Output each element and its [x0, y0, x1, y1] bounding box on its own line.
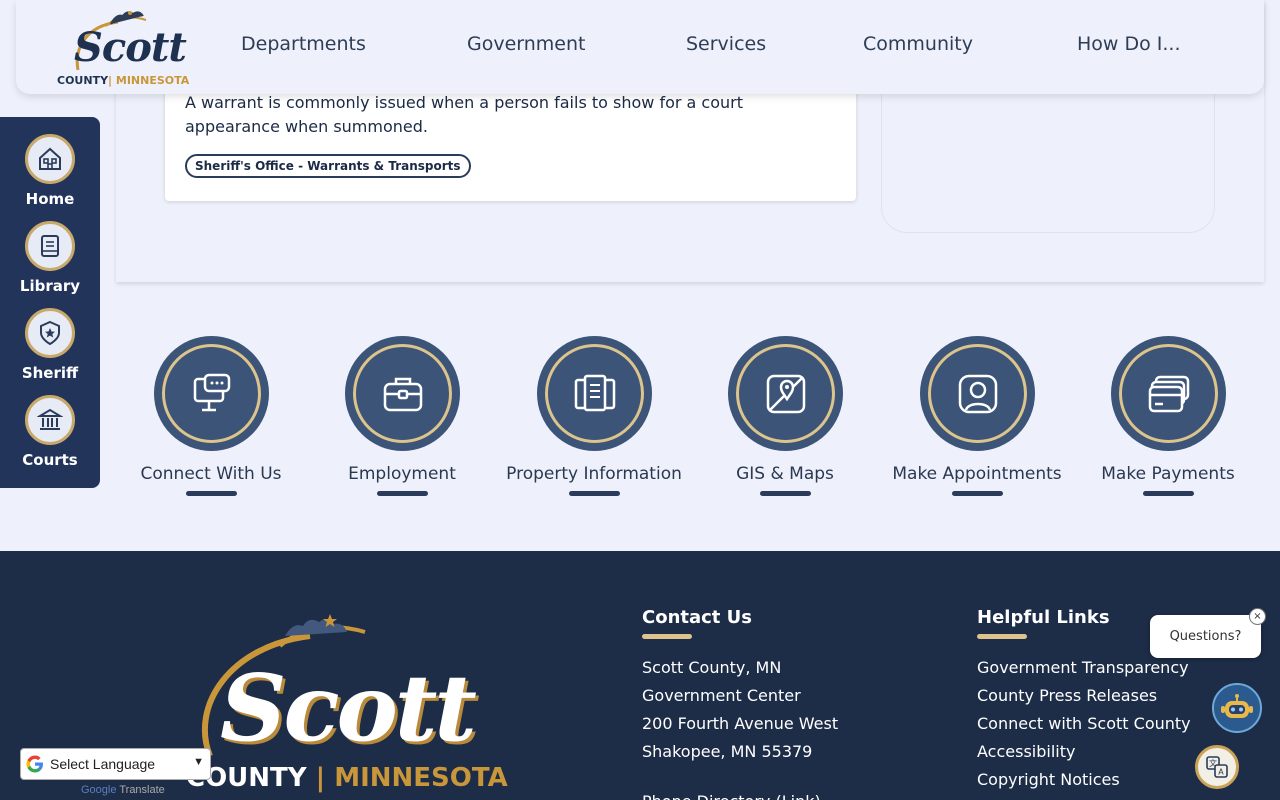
language-select-value: Select Language — [50, 756, 156, 772]
logo-wordmark: Scott — [74, 24, 187, 71]
helpful-links-heading: Helpful Links — [977, 607, 1110, 628]
site-logo[interactable]: Scott COUNTY| MINNESOTA — [56, 8, 196, 88]
result-description: A warrant is commonly issued when a pers… — [185, 93, 744, 136]
heading-underline — [977, 634, 1027, 639]
sidebar-label-courts: Courts — [22, 451, 78, 469]
footer-logo-subtitle: COUNTY | MINNESOTA — [186, 763, 508, 793]
quick-link-payments[interactable]: Make Payments — [1073, 336, 1263, 498]
chevron-down-icon: ▼ — [193, 756, 204, 768]
site-header: Scott COUNTY| MINNESOTA Departments Gove… — [16, 0, 1264, 94]
heading-underline — [642, 634, 692, 639]
credit-card-icon — [1111, 336, 1226, 451]
contact-line: 200 Fourth Avenue West — [642, 714, 839, 733]
map-pin-icon — [728, 336, 843, 451]
sidebar-item-home[interactable]: Home — [0, 134, 100, 221]
nav-how-do-i[interactable]: How Do I... — [1077, 0, 1181, 88]
language-select[interactable]: Select Language ▼ — [20, 748, 211, 780]
powered-by-google: Google Translate — [81, 784, 165, 796]
nav-departments[interactable]: Departments — [241, 0, 366, 88]
footer-link-copyright[interactable]: Copyright Notices — [977, 770, 1120, 789]
sidebar-item-library[interactable]: Library — [0, 221, 100, 308]
underline-bar — [952, 491, 1003, 496]
contact-line: Scott County, MN — [642, 658, 782, 677]
translate-icon[interactable]: 文A — [1195, 745, 1239, 789]
footer-logo-wordmark: Scott — [220, 654, 477, 762]
footer-link-accessibility[interactable]: Accessibility — [977, 742, 1075, 761]
nav-government[interactable]: Government — [467, 0, 586, 88]
close-icon[interactable]: × — [1249, 608, 1266, 625]
underline-bar — [377, 491, 428, 496]
questions-bubble[interactable]: Questions? — [1150, 615, 1261, 658]
quick-sidebar: Home Library Sheriff Courts — [0, 117, 100, 488]
quick-link-connect[interactable]: Connect With Us — [116, 336, 306, 498]
quick-link-appointments[interactable]: Make Appointments — [882, 336, 1072, 498]
footer-link-press[interactable]: County Press Releases — [977, 686, 1157, 705]
sidebar-label-library: Library — [19, 277, 81, 295]
quick-link-label: Make Payments — [1101, 464, 1235, 484]
person-icon — [920, 336, 1035, 451]
briefcase-icon — [345, 336, 460, 451]
chatbot-icon[interactable] — [1212, 683, 1262, 733]
underline-bar — [1143, 491, 1194, 496]
quick-link-property[interactable]: Property Information — [499, 336, 689, 498]
footer-logo[interactable]: Scott COUNTY | MINNESOTA — [180, 606, 508, 800]
contact-line: Shakopee, MN 55379 — [642, 742, 813, 761]
nav-community[interactable]: Community — [863, 0, 973, 88]
quick-link-employment[interactable]: Employment — [307, 336, 497, 498]
sidebar-label-sheriff: Sheriff — [21, 364, 79, 382]
footer-link-connect[interactable]: Connect with Scott County — [977, 714, 1191, 733]
category-tag[interactable]: Sheriff's Office - Warrants & Transports — [185, 154, 471, 178]
footer-link-transparency[interactable]: Government Transparency — [977, 658, 1189, 677]
google-g-icon — [26, 755, 43, 773]
contact-line: Government Center — [642, 686, 801, 705]
badge-icon — [25, 308, 75, 358]
sidebar-label-home: Home — [25, 190, 75, 208]
svg-text:A: A — [1218, 768, 1224, 777]
contact-heading: Contact Us — [642, 607, 753, 628]
underline-bar — [186, 491, 237, 496]
phone-directory-link[interactable]: Phone Directory (Link) — [642, 792, 821, 800]
main-nav: Departments Government Services Communit… — [216, 0, 1256, 88]
sidebar-item-sheriff[interactable]: Sheriff — [0, 308, 100, 395]
underline-bar — [760, 491, 811, 496]
chat-monitor-icon — [154, 336, 269, 451]
underline-bar — [569, 491, 620, 496]
quick-link-gis[interactable]: GIS & Maps — [690, 336, 880, 498]
nav-services[interactable]: Services — [686, 0, 766, 88]
book-icon — [25, 221, 75, 271]
courthouse-icon — [25, 395, 75, 445]
logo-subtitle: COUNTY| MINNESOTA — [57, 74, 190, 87]
sidebar-item-courts[interactable]: Courts — [0, 395, 100, 482]
documents-icon — [537, 336, 652, 451]
home-icon — [25, 134, 75, 184]
